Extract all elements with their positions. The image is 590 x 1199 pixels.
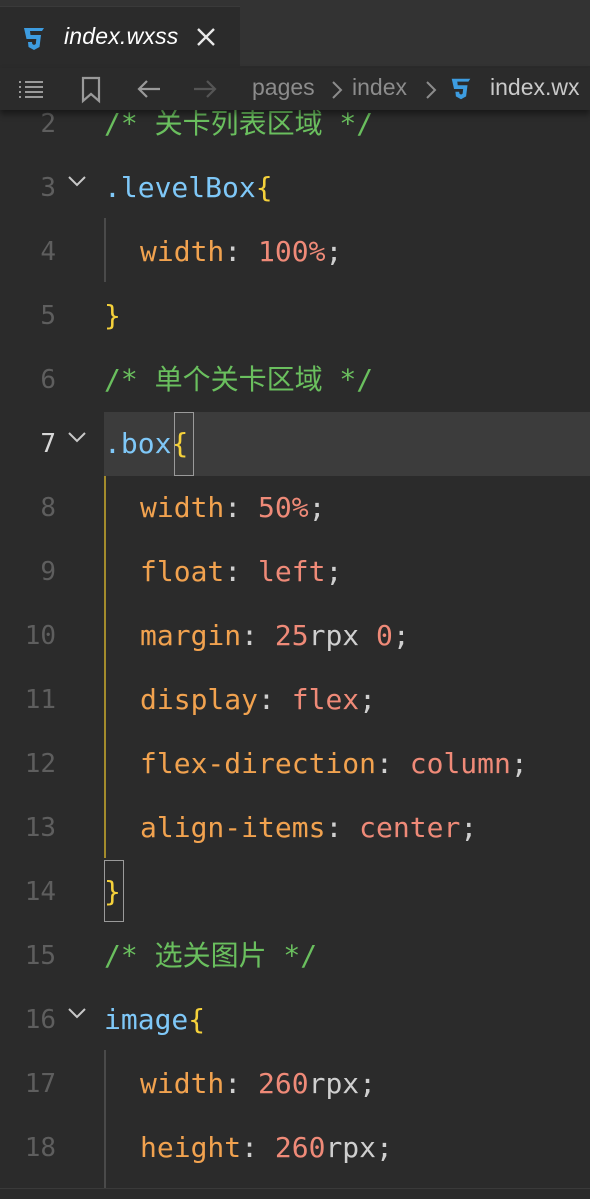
fold-chevron-icon[interactable]	[66, 430, 88, 444]
line-number: 5	[40, 301, 56, 331]
fold-chevron-icon[interactable]	[66, 1006, 88, 1020]
code-text: .levelBox{	[104, 171, 273, 204]
code-text: width: 50%;	[140, 491, 326, 524]
code-line: 18 height: 260rpx;	[0, 1116, 590, 1180]
chevron-right-icon	[332, 81, 343, 99]
line-number: 12	[24, 749, 56, 779]
code-text: }	[104, 299, 121, 332]
line-number: 18	[24, 1133, 56, 1163]
code-line: 3 .levelBox{	[0, 156, 590, 220]
line-number: 7	[40, 429, 56, 459]
code-line: 6 /* 单个关卡区域 */	[0, 348, 590, 412]
css3-icon	[24, 28, 44, 50]
breadcrumb-file[interactable]: index.wx	[490, 74, 579, 101]
code-editor[interactable]: 2 /* 关卡列表区域 */ 3 .levelBox{ 4 width: 100…	[0, 110, 590, 1198]
line-number: 8	[40, 493, 56, 523]
back-arrow-icon[interactable]	[134, 74, 164, 104]
line-number: 9	[40, 557, 56, 587]
tab-index-wxss[interactable]: index.wxss	[0, 6, 240, 69]
breadcrumb-item-index[interactable]: index	[352, 74, 407, 101]
list-icon[interactable]	[16, 74, 46, 104]
code-text: width: 100%;	[140, 235, 343, 268]
line-number: 16	[24, 1005, 56, 1035]
breadcrumb-item-pages[interactable]: pages	[252, 74, 315, 101]
code-line: 17 width: 260rpx;	[0, 1052, 590, 1116]
chevron-right-icon	[426, 81, 437, 99]
bookmark-icon[interactable]	[76, 74, 106, 104]
code-text: width: 260rpx;	[140, 1067, 377, 1100]
code-line: 10 margin: 25rpx 0;	[0, 604, 590, 668]
fold-chevron-icon[interactable]	[66, 174, 88, 188]
code-line: 11 display: flex;	[0, 668, 590, 732]
line-number: 3	[40, 173, 56, 203]
code-line: 16 image{	[0, 988, 590, 1052]
code-comment: /* 关卡列表区域 */	[104, 110, 374, 140]
code-line: 12 flex-direction: column;	[0, 732, 590, 796]
line-number: 2	[40, 110, 56, 139]
code-line: 15 /* 选关图片 */	[0, 924, 590, 988]
code-line: 4 width: 100%;	[0, 220, 590, 284]
tab-title: index.wxss	[64, 23, 179, 49]
code-line: 13 align-items: center;	[0, 796, 590, 860]
code-line: 9 float: left;	[0, 540, 590, 604]
code-text: margin: 25rpx 0;	[140, 619, 410, 652]
horizontal-scrollbar[interactable]	[0, 1188, 590, 1199]
bracket-match-box	[104, 860, 124, 922]
code-line: 8 width: 50%;	[0, 476, 590, 540]
code-text: height: 260rpx;	[140, 1131, 393, 1164]
line-number: 15	[24, 941, 56, 971]
code-text: flex-direction: column;	[140, 747, 528, 780]
code-comment: /* 单个关卡区域 */	[104, 363, 374, 396]
code-line-active: 7 .box{	[0, 412, 590, 476]
code-text: align-items: center;	[140, 811, 478, 844]
tab-bar: index.wxss	[0, 0, 590, 69]
line-number: 10	[24, 621, 56, 651]
code-text: float: left;	[140, 555, 343, 588]
code-text: display: flex;	[140, 683, 377, 716]
line-number: 4	[40, 237, 56, 267]
breadcrumb-bar: pages index index.wx	[0, 68, 590, 110]
line-number: 13	[24, 813, 56, 843]
code-comment: /* 选关图片 */	[104, 939, 318, 972]
forward-arrow-icon[interactable]	[190, 74, 220, 104]
close-icon[interactable]	[194, 25, 218, 49]
code-text: image{	[104, 1003, 206, 1036]
line-number: 14	[24, 877, 56, 907]
code-line: 5 }	[0, 284, 590, 348]
css3-icon	[451, 78, 471, 100]
line-number: 11	[24, 685, 56, 715]
line-number: 6	[40, 365, 56, 395]
code-line: 14 }	[0, 860, 590, 924]
bracket-match-box	[174, 412, 194, 476]
line-number: 17	[24, 1069, 56, 1099]
code-line: 2 /* 关卡列表区域 */	[0, 110, 590, 156]
